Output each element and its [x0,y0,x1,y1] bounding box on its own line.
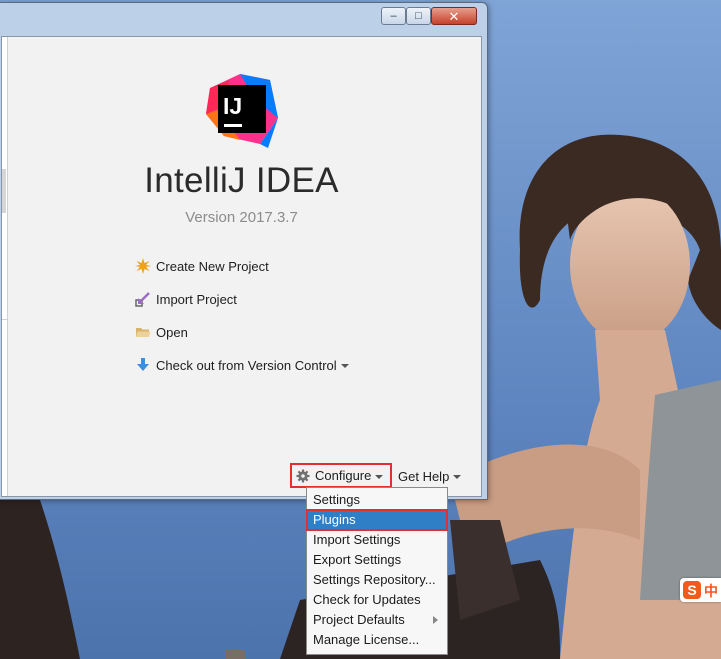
maximize-button[interactable]: □ [406,7,431,25]
ime-mode-indicator: 中 [704,583,718,599]
import-project-action[interactable]: Import Project [135,289,237,309]
logo-text: IJ [223,93,242,119]
create-new-project-label: Create New Project [156,258,269,274]
checkout-vcs-action[interactable]: Check out from Version Control [135,355,349,375]
chevron-down-icon [375,474,384,479]
configure-label: Configure [315,468,372,483]
input-method-badge[interactable]: S 中 [680,578,721,602]
configure-dropdown-menu: Settings Plugins Import Settings Export … [306,487,448,655]
sparkle-icon [135,258,151,274]
title-bar[interactable]: ‒ □ ✕ [0,3,487,33]
menu-item-settings[interactable]: Settings [307,490,447,510]
chevron-down-icon [340,364,349,368]
menu-item-check-for-updates[interactable]: Check for Updates [307,590,447,610]
minimize-button[interactable]: ‒ [381,7,406,25]
configure-button[interactable]: Configure [290,463,392,488]
menu-item-settings-repository[interactable]: Settings Repository... [307,570,447,590]
menu-item-project-defaults[interactable]: Project Defaults [307,610,447,630]
menu-item-plugins[interactable]: Plugins [306,509,448,531]
import-arrow-icon [135,292,150,307]
import-project-label: Import Project [156,291,237,307]
open-action[interactable]: Open [135,322,188,342]
app-version: Version 2017.3.7 [185,209,298,226]
open-label: Open [156,324,188,340]
menu-item-export-settings[interactable]: Export Settings [307,550,447,570]
create-new-project-action[interactable]: Create New Project [135,256,269,276]
submenu-arrow-icon [433,616,438,624]
gear-icon [296,469,310,482]
welcome-screen: IJ IntelliJ IDEA Version 2017.3.7 Create… [1,36,482,497]
project-defaults-label: Project Defaults [313,612,405,627]
folder-icon [136,328,151,337]
menu-item-import-settings[interactable]: Import Settings [307,530,447,550]
get-help-button[interactable]: Get Help [398,467,462,485]
intellij-welcome-window: ‒ □ ✕ IJ IntelliJ IDEA Version 2017.3.7 … [0,2,488,500]
download-arrow-icon [137,358,149,371]
checkout-vcs-label: Check out from Version Control [156,357,337,373]
close-button[interactable]: ✕ [431,7,477,25]
app-title: IntelliJ IDEA [144,161,339,200]
chevron-down-icon [453,475,462,479]
recent-projects-divider [2,319,7,320]
intellij-logo-icon: IJ [206,74,278,148]
get-help-label: Get Help [398,468,450,484]
menu-item-manage-license[interactable]: Manage License... [307,630,447,650]
sogou-logo-icon: S [683,581,701,599]
recent-projects-panel[interactable] [2,37,8,496]
